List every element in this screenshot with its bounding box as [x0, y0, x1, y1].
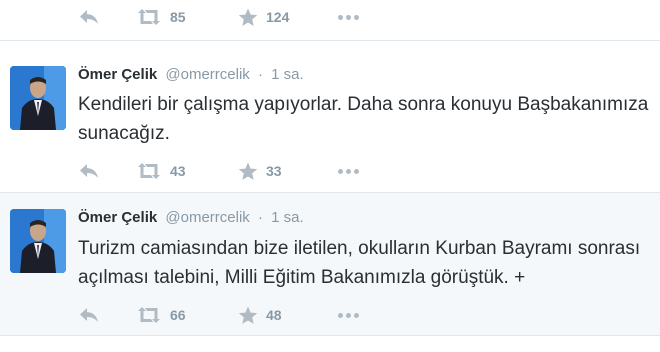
more-dots-icon: [338, 168, 343, 174]
retweet-icon: [138, 307, 160, 323]
favorite-count: 48: [266, 307, 282, 323]
tweet[interactable]: Ömer Çelik @omerrcelik · 1 sa. Turizm ca…: [0, 193, 660, 336]
timeline: 85 124 Ömer Çelik @omerrcelik · 1 sa. Ke…: [0, 0, 660, 352]
favorite-button[interactable]: 48: [238, 304, 282, 326]
reply-button[interactable]: [78, 304, 100, 326]
favorite-count: 33: [266, 163, 282, 179]
tweet-text-line: sunacağız.: [78, 123, 170, 144]
tweet[interactable]: Ömer Çelik @omerrcelik · 1 sa. Kendileri…: [0, 52, 660, 193]
reply-icon: [80, 308, 98, 322]
retweet-button[interactable]: 85: [136, 6, 186, 28]
separator: ·: [257, 66, 263, 83]
timestamp[interactable]: 1 sa.: [271, 66, 304, 83]
reply-button[interactable]: [78, 6, 100, 28]
tweet-partial-top[interactable]: 85 124: [0, 0, 660, 41]
reply-icon: [80, 164, 98, 178]
retweet-count: 66: [170, 307, 186, 323]
tweet-text-line: Turizm camiasından bize iletilen, okulla…: [78, 238, 641, 259]
tweet-text-line: Kendileri bir çalışma yapıyorlar. Daha s…: [78, 94, 649, 115]
tweet-partial-bottom[interactable]: [0, 336, 660, 352]
reply-button[interactable]: [78, 160, 100, 182]
favorite-button[interactable]: 124: [238, 6, 289, 28]
retweet-icon: [138, 9, 160, 25]
profile-photo: [10, 66, 66, 130]
favorite-button[interactable]: 33: [238, 160, 282, 182]
more-dots-icon: [338, 312, 343, 318]
more-button[interactable]: [338, 6, 362, 28]
fullname[interactable]: Ömer Çelik: [78, 209, 157, 226]
username[interactable]: @omerrcelik: [165, 209, 249, 226]
more-dots-icon: [338, 14, 343, 20]
avatar[interactable]: [10, 66, 66, 130]
more-button[interactable]: [338, 304, 362, 326]
retweet-button[interactable]: 43: [136, 160, 186, 182]
retweet-count: 85: [170, 9, 186, 25]
tweet-text: Turizm camiasından bize iletilen, okulla…: [78, 234, 650, 292]
reply-icon: [80, 10, 98, 24]
star-icon: [238, 162, 258, 180]
separator: ·: [257, 209, 263, 226]
star-icon: [238, 306, 258, 324]
tweet-header: Ömer Çelik @omerrcelik · 1 sa.: [78, 209, 304, 226]
more-button[interactable]: [338, 160, 362, 182]
retweet-button[interactable]: 66: [136, 304, 186, 326]
tweet-text-line: açılması talebini, Milli Eğitim Bakanımı…: [78, 267, 526, 288]
fullname[interactable]: Ömer Çelik: [78, 66, 157, 83]
star-icon: [238, 8, 258, 26]
tweet-text: Kendileri bir çalışma yapıyorlar. Daha s…: [78, 90, 650, 148]
retweet-count: 43: [170, 163, 186, 179]
retweet-icon: [138, 163, 160, 179]
profile-photo: [10, 209, 66, 273]
tweet-header: Ömer Çelik @omerrcelik · 1 sa.: [78, 66, 304, 83]
username[interactable]: @omerrcelik: [165, 66, 249, 83]
avatar[interactable]: [10, 209, 66, 273]
timestamp[interactable]: 1 sa.: [271, 209, 304, 226]
favorite-count: 124: [266, 9, 290, 25]
